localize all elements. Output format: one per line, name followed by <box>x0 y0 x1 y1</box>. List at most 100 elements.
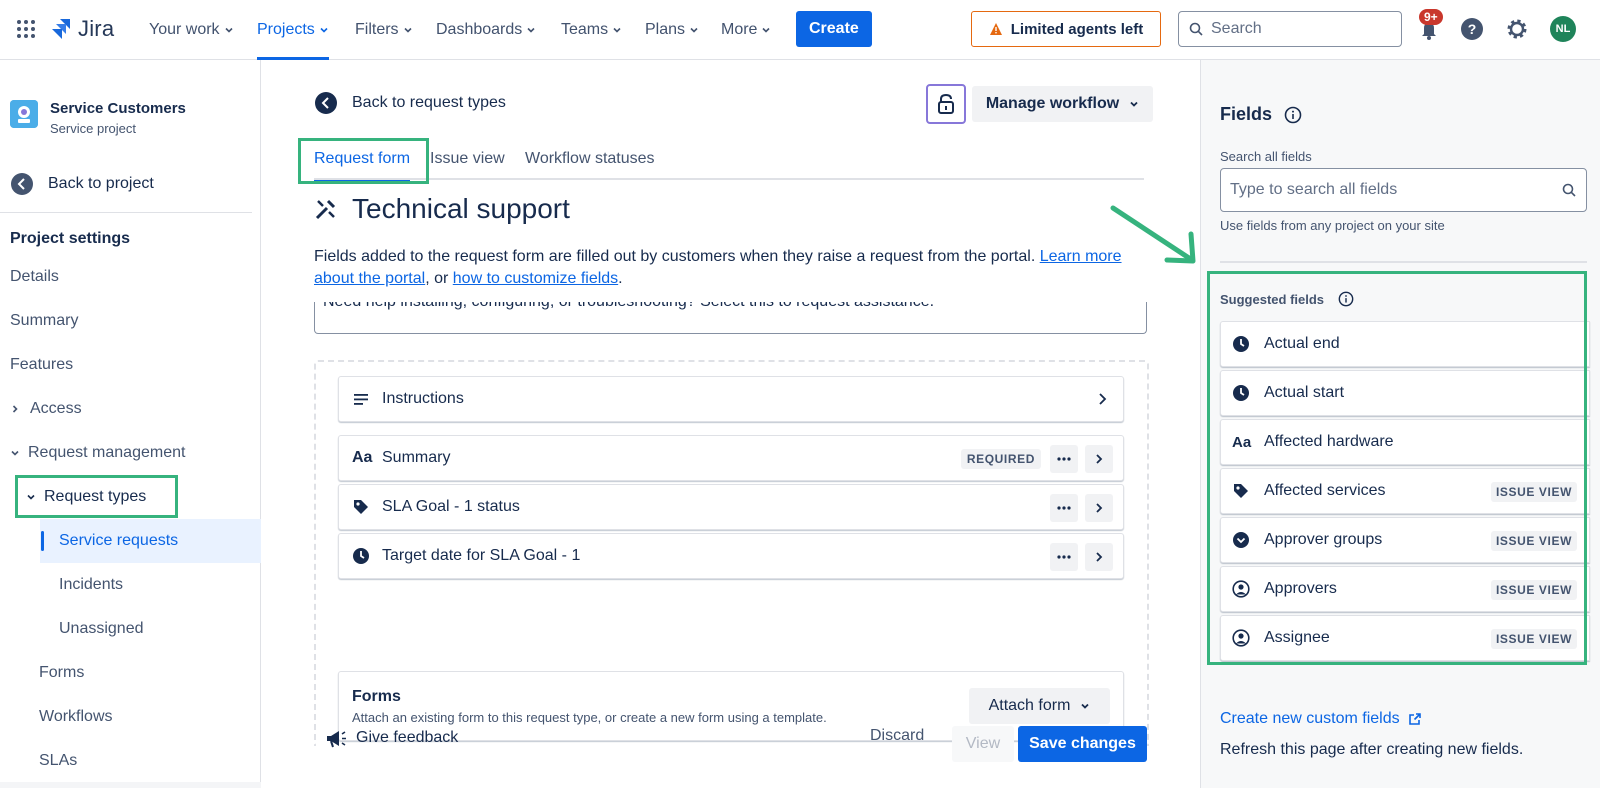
nav-projects[interactable]: Projects <box>257 0 329 60</box>
chevron-right-icon[interactable] <box>1095 392 1109 406</box>
request-description-text: Need help installing, configuring, or tr… <box>323 302 934 311</box>
sidebar-item-forms[interactable]: Forms <box>39 664 84 682</box>
user-avatar[interactable]: NL <box>1550 16 1576 42</box>
back-to-request-types-link[interactable]: Back to request types <box>314 91 506 115</box>
sidebar-item-label: Summary <box>10 312 79 329</box>
sidebar-item-label: Workflows <box>39 708 113 725</box>
more-options-button[interactable] <box>1050 494 1078 522</box>
chevron-down-icon <box>224 27 233 33</box>
sidebar-item-details[interactable]: Details <box>10 268 59 286</box>
help-icon[interactable]: ? <box>1459 16 1485 42</box>
jira-logo[interactable]: Jira <box>50 16 114 42</box>
sidebar-item-label: Forms <box>39 664 85 681</box>
sidebar-item-features[interactable]: Features <box>10 356 73 374</box>
jira-logo-icon <box>52 19 70 39</box>
sidebar-item-label: Service requests <box>59 532 179 549</box>
field-row-target-date[interactable]: Target date for SLA Goal - 1 <box>338 533 1124 579</box>
sidebar-item-label: Incidents <box>59 576 124 593</box>
tab-bar: Request form Issue view Workflow statuse… <box>314 146 1144 182</box>
search-input[interactable]: Search <box>1178 11 1402 47</box>
sidebar-item-unassigned[interactable]: Unassigned <box>59 620 144 638</box>
nav-teams[interactable]: Teams <box>561 0 622 60</box>
create-custom-fields-label: Create new custom fields <box>1220 710 1400 727</box>
sidebar-item-incidents[interactable]: Incidents <box>59 576 123 594</box>
sidebar-item-label: Details <box>10 268 59 285</box>
ellipsis-icon <box>1057 506 1071 510</box>
manage-workflow-button[interactable]: Manage workflow <box>972 86 1153 122</box>
settings-gear-icon[interactable] <box>1504 16 1530 42</box>
nav-filters[interactable]: Filters <box>355 0 413 60</box>
nav-label: Teams <box>561 21 609 38</box>
sidebar-item-workflows[interactable]: Workflows <box>39 708 113 726</box>
unlock-icon <box>938 93 954 114</box>
tab-issue-view[interactable]: Issue view <box>430 150 505 168</box>
nav-more[interactable]: More <box>721 0 771 60</box>
chevron-right-icon <box>12 405 18 413</box>
search-fields-input[interactable]: Type to search all fields <box>1220 168 1587 212</box>
discard-button[interactable]: Discard <box>870 727 924 745</box>
sidebar-item-label: Unassigned <box>59 620 144 637</box>
give-feedback-button[interactable]: Give feedback <box>324 727 458 749</box>
request-description-field[interactable]: Need help installing, configuring, or tr… <box>314 302 1147 334</box>
limited-agents-label: Limited agents left <box>1010 20 1144 38</box>
forms-subtitle: Attach an existing form to this request … <box>352 710 827 725</box>
logo-text: Jira <box>78 16 115 41</box>
project-name: Service Customers <box>50 100 186 117</box>
sidebar-item-slas[interactable]: SLAs <box>39 752 77 770</box>
lock-button[interactable] <box>926 84 966 124</box>
field-label: Target date for SLA Goal - 1 <box>382 547 581 564</box>
sidebar-scroll-edge <box>0 782 261 788</box>
highlight-box <box>15 475 178 518</box>
sidebar-item-access[interactable]: Access <box>10 400 82 418</box>
more-options-button[interactable] <box>1050 445 1078 473</box>
clock-icon <box>353 548 369 564</box>
fields-panel-title: Fields <box>1220 104 1302 125</box>
nav-dashboards[interactable]: Dashboards <box>436 0 536 60</box>
limited-agents-button[interactable]: Limited agents left <box>971 11 1161 47</box>
nav-your-work[interactable]: Your work <box>149 0 234 60</box>
left-sidebar: Service Customers Service project Back t… <box>0 60 261 788</box>
view-button[interactable]: View <box>952 726 1014 762</box>
manage-workflow-label: Manage workflow <box>985 95 1120 112</box>
field-row-sla-goal-status[interactable]: SLA Goal - 1 status <box>338 484 1124 530</box>
create-custom-fields-link[interactable]: Create new custom fields <box>1220 710 1422 728</box>
back-to-project-label: Back to project <box>48 175 154 192</box>
expand-button[interactable] <box>1085 445 1113 473</box>
sidebar-item-request-management[interactable]: Request management <box>10 444 185 462</box>
chevron-down-icon <box>527 27 535 33</box>
customize-fields-link[interactable]: how to customize fields <box>453 270 618 287</box>
fields-panel: Fields Search all fields Type to search … <box>1200 60 1600 788</box>
chevron-right-icon <box>1096 552 1103 562</box>
ellipsis-icon <box>1057 555 1071 559</box>
sidebar-item-service-requests[interactable]: Service requests <box>40 519 261 563</box>
tab-workflow-statuses[interactable]: Workflow statuses <box>525 150 655 168</box>
page-title: Technical support <box>352 193 570 224</box>
sidebar-item-summary[interactable]: Summary <box>10 312 78 330</box>
project-header[interactable]: Service Customers Service project <box>10 100 186 136</box>
project-settings-heading: Project settings <box>10 230 131 247</box>
app-switcher-icon[interactable] <box>14 17 38 41</box>
expand-button[interactable] <box>1085 494 1113 522</box>
nav-label: Plans <box>645 21 686 38</box>
more-options-button[interactable] <box>1050 543 1078 571</box>
search-fields-label: Search all fields <box>1220 149 1312 164</box>
nav-plans[interactable]: Plans <box>645 0 699 60</box>
field-label: Instructions <box>382 390 464 407</box>
nav-label: Projects <box>257 21 315 38</box>
chevron-right-icon <box>1096 454 1103 464</box>
field-row-instructions[interactable]: Instructions <box>338 376 1124 422</box>
main-content: Back to request types Manage workflow Re… <box>262 60 1199 788</box>
info-icon[interactable] <box>1284 106 1302 124</box>
expand-button[interactable] <box>1085 543 1113 571</box>
field-row-summary[interactable]: Aa Summary REQUIRED <box>338 435 1124 481</box>
back-to-project-link[interactable]: Back to project <box>10 172 154 196</box>
svg-text:?: ? <box>1468 21 1477 37</box>
attach-form-label: Attach form <box>988 697 1071 714</box>
create-button[interactable]: Create <box>796 11 872 47</box>
description-text: Fields added to the request form are fil… <box>314 246 1144 290</box>
save-changes-button[interactable]: Save changes <box>1018 726 1147 762</box>
attach-form-button[interactable]: Attach form <box>969 688 1110 724</box>
sidebar-item-label: Access <box>30 400 82 417</box>
desc-part: , or <box>425 270 453 287</box>
search-fields-help: Use fields from any project on your site <box>1220 218 1445 233</box>
